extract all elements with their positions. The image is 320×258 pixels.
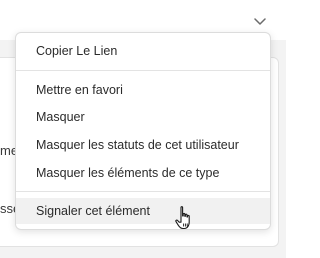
menu-divider [16, 191, 270, 192]
menu-item-copy-link[interactable]: Copier Le Lien [16, 38, 270, 64]
chevron-down-icon[interactable] [252, 14, 268, 30]
menu-item-report[interactable]: Signaler cet élément [16, 198, 270, 224]
context-menu: Copier Le Lien Mettre en favori Masquer … [15, 32, 271, 230]
page: me sse Copier Le Lien Mettre en favori M… [0, 0, 286, 258]
menu-item-hide-user-statuses[interactable]: Masquer les statuts de cet utilisateur [16, 132, 270, 158]
hand-pointer-cursor-icon [175, 206, 190, 230]
menu-item-hide-type[interactable]: Masquer les éléments de ce type [16, 160, 270, 186]
menu-item-favorite[interactable]: Mettre en favori [16, 77, 270, 103]
menu-divider [16, 70, 270, 71]
menu-item-hide[interactable]: Masquer [16, 104, 270, 130]
